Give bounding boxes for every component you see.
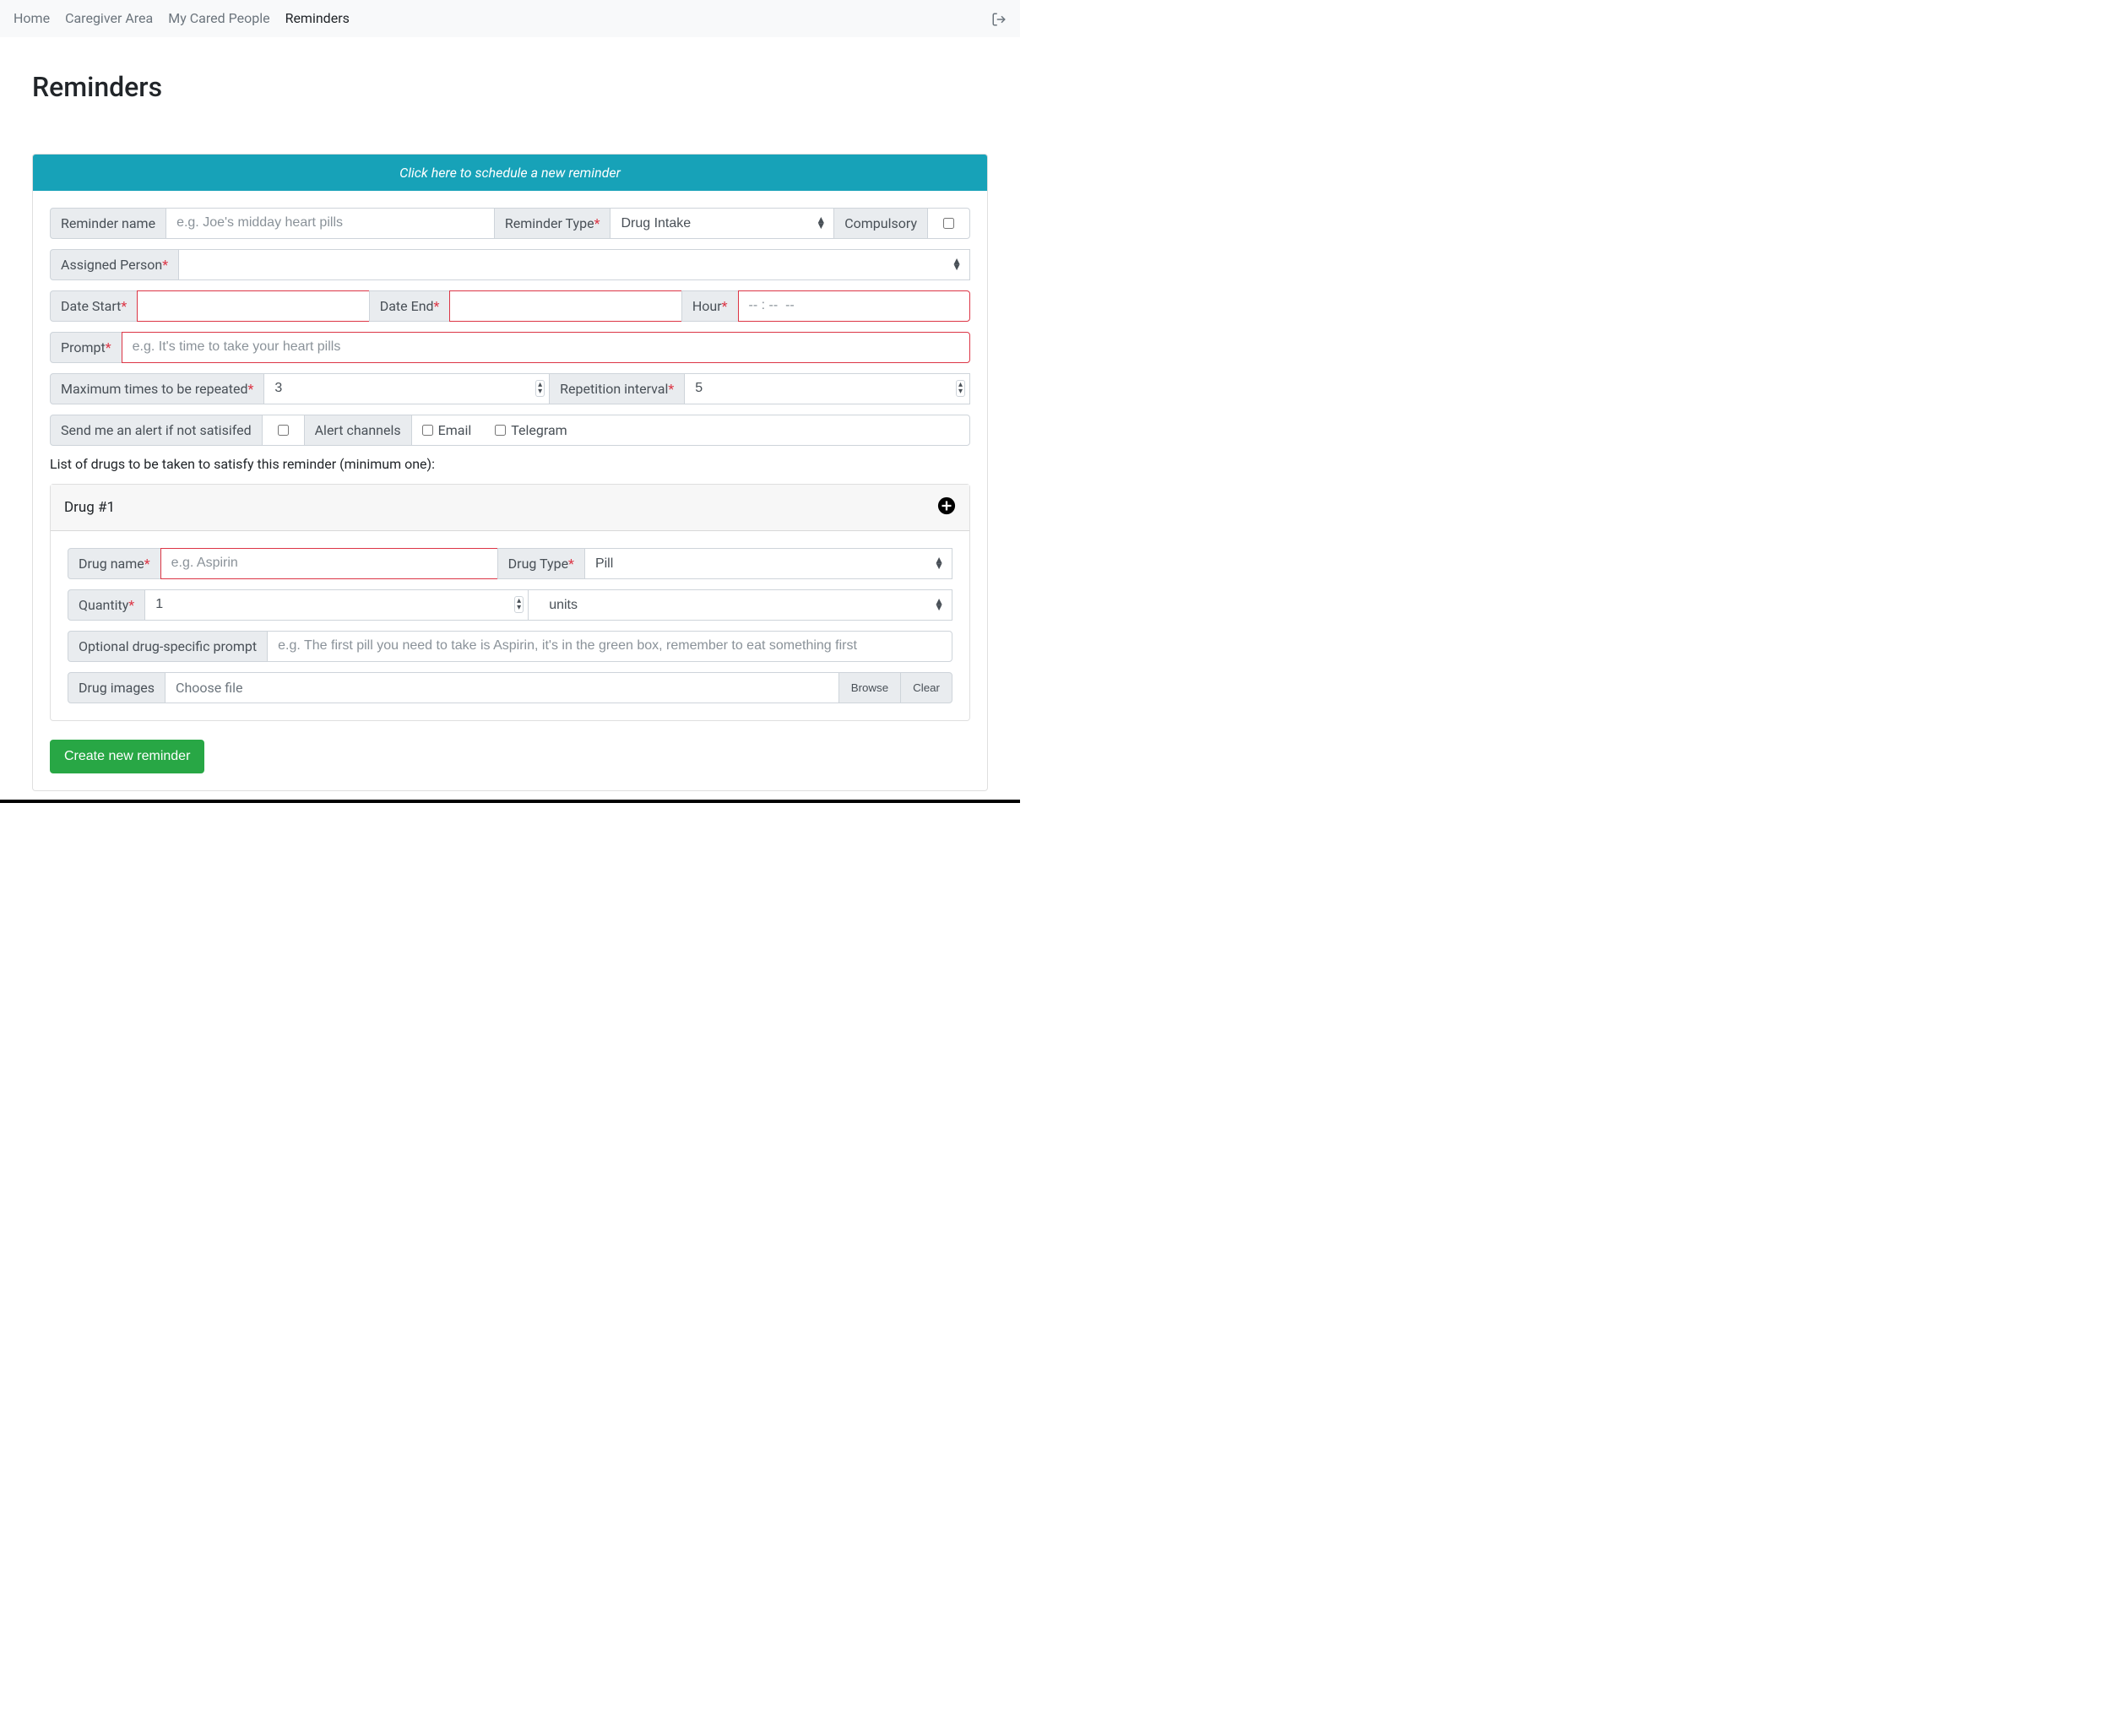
compulsory-checkbox[interactable] bbox=[943, 218, 954, 229]
page-title: Reminders bbox=[32, 71, 988, 103]
navbar: Home Caregiver Area My Cared People Remi… bbox=[0, 0, 1020, 37]
prompt-input[interactable] bbox=[122, 332, 970, 363]
label-compulsory: Compulsory bbox=[833, 208, 928, 239]
label-assigned-person: Assigned Person* bbox=[50, 249, 179, 280]
date-start-input[interactable] bbox=[137, 290, 369, 322]
nav-home[interactable]: Home bbox=[14, 10, 50, 26]
alert-channels-group: Email Telegram bbox=[411, 415, 970, 446]
clear-button[interactable]: Clear bbox=[900, 672, 952, 703]
label-optional-prompt: Optional drug-specific prompt bbox=[68, 631, 268, 662]
label-repetition-interval: Repetition interval* bbox=[549, 373, 685, 404]
repetition-interval-input[interactable] bbox=[684, 373, 970, 404]
bottom-divider bbox=[0, 800, 1020, 803]
label-drug-type: Drug Type* bbox=[497, 548, 585, 579]
label-hour: Hour* bbox=[681, 290, 739, 322]
drug-section-title: Drug #1 bbox=[64, 499, 115, 516]
reminder-name-input[interactable] bbox=[166, 208, 495, 239]
label-quantity: Quantity* bbox=[68, 589, 145, 621]
telegram-checkbox[interactable] bbox=[495, 425, 506, 436]
label-send-alert: Send me an alert if not satisifed bbox=[50, 415, 263, 446]
create-reminder-button[interactable]: Create new reminder bbox=[50, 740, 204, 773]
file-input[interactable]: Choose file bbox=[165, 672, 839, 703]
drug-type-select[interactable]: Pill bbox=[584, 548, 952, 579]
nav-reminders[interactable]: Reminders bbox=[285, 10, 350, 26]
browse-button[interactable]: Browse bbox=[838, 672, 901, 703]
drug-card: Drug #1 Drug name* Drug Type* Pill bbox=[50, 484, 970, 721]
max-repeated-input[interactable] bbox=[263, 373, 550, 404]
label-email: Email bbox=[438, 422, 472, 438]
label-alert-channels: Alert channels bbox=[304, 415, 412, 446]
quantity-input[interactable] bbox=[144, 589, 529, 621]
reminder-type-select[interactable]: Drug Intake bbox=[610, 208, 834, 239]
date-end-input[interactable] bbox=[449, 290, 681, 322]
reminder-card: Click here to schedule a new reminder Re… bbox=[32, 154, 988, 791]
assigned-person-select[interactable] bbox=[178, 249, 970, 280]
label-max-repeated: Maximum times to be repeated* bbox=[50, 373, 264, 404]
label-date-start: Date Start* bbox=[50, 290, 138, 322]
label-reminder-type: Reminder Type* bbox=[494, 208, 611, 239]
nav-my-cared-people[interactable]: My Cared People bbox=[168, 10, 269, 26]
hour-input[interactable] bbox=[738, 290, 970, 322]
label-reminder-name: Reminder name bbox=[50, 208, 166, 239]
label-drug-images: Drug images bbox=[68, 672, 166, 703]
drugs-intro-text: List of drugs to be taken to satisfy thi… bbox=[50, 456, 970, 472]
label-prompt: Prompt* bbox=[50, 332, 122, 363]
nav-caregiver-area[interactable]: Caregiver Area bbox=[65, 10, 153, 26]
compulsory-checkbox-wrap bbox=[927, 208, 970, 239]
label-telegram: Telegram bbox=[511, 422, 567, 438]
optional-prompt-input[interactable] bbox=[267, 631, 952, 662]
banner-schedule-reminder[interactable]: Click here to schedule a new reminder bbox=[33, 155, 987, 191]
drug-name-input[interactable] bbox=[160, 548, 498, 579]
logout-icon[interactable] bbox=[991, 10, 1007, 27]
units-select[interactable]: units bbox=[528, 589, 952, 621]
email-checkbox[interactable] bbox=[422, 425, 433, 436]
send-alert-checkbox[interactable] bbox=[278, 425, 289, 436]
label-date-end: Date End* bbox=[369, 290, 451, 322]
label-drug-name: Drug name* bbox=[68, 548, 161, 579]
add-drug-icon[interactable] bbox=[937, 496, 956, 518]
